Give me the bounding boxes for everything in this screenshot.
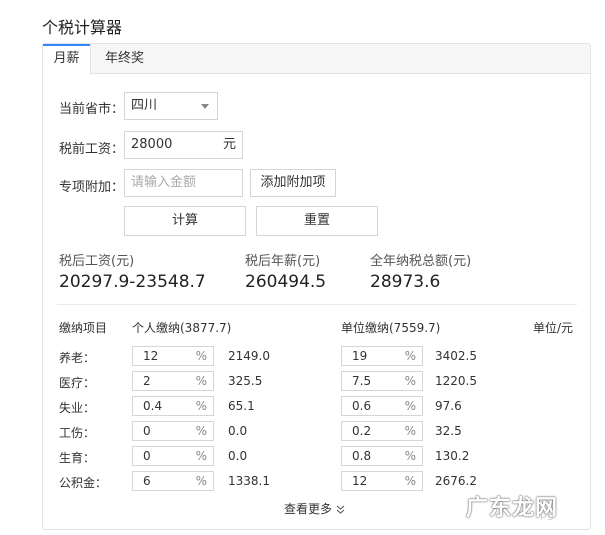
employer-rate-input[interactable]: 0.8% bbox=[341, 446, 423, 466]
rate-value: 12 bbox=[143, 349, 159, 363]
tax-calculator-card: 月薪 年终奖 当前省市： 四川 税前工资： 28000 元 专项附加： 请输入金… bbox=[42, 43, 591, 530]
rate-value: 6 bbox=[143, 474, 151, 488]
personal-amount: 2149.0 bbox=[228, 349, 270, 363]
row-label-unemployment: 失业： bbox=[59, 401, 96, 415]
salary-value: 28000 bbox=[131, 137, 173, 152]
percent-sign: % bbox=[195, 399, 207, 413]
reset-button[interactable]: 重置 bbox=[256, 206, 378, 236]
employer-rate-input[interactable]: 12% bbox=[341, 471, 423, 491]
employer-rate-input[interactable]: 0.6% bbox=[341, 396, 423, 416]
personal-rate-input[interactable]: 0% bbox=[132, 421, 214, 441]
row-label-pension: 养老： bbox=[59, 351, 96, 365]
row-label-injury: 工伤： bbox=[59, 426, 96, 440]
rate-value: 0.6 bbox=[352, 399, 372, 413]
rate-value: 0.4 bbox=[143, 399, 163, 413]
employer-rate-input[interactable]: 19% bbox=[341, 346, 423, 366]
personal-amount: 1338.1 bbox=[228, 474, 270, 488]
row-label-housing-fund: 公积金： bbox=[59, 476, 108, 490]
personal-amount: 65.1 bbox=[228, 399, 255, 413]
watermark-sub: pg bbox=[540, 508, 554, 521]
rate-value: 19 bbox=[352, 349, 368, 363]
after-tax-salary-label: 税后工资(元) bbox=[59, 254, 135, 269]
after-tax-salary-value: 20297.9-23548.7 bbox=[59, 272, 206, 292]
rate-value: 7.5 bbox=[352, 374, 372, 388]
extra-label: 专项附加： bbox=[59, 180, 125, 195]
salary-input[interactable]: 28000 元 bbox=[124, 131, 243, 159]
view-more-label: 查看更多 bbox=[284, 502, 333, 516]
employer-amount: 32.5 bbox=[435, 424, 462, 438]
percent-sign: % bbox=[195, 374, 207, 388]
employer-amount: 97.6 bbox=[435, 399, 462, 413]
personal-rate-input[interactable]: 0.4% bbox=[132, 396, 214, 416]
annual-tax-total-value: 28973.6 bbox=[370, 272, 441, 292]
tab-year-end-bonus[interactable]: 年终奖 bbox=[105, 44, 144, 74]
percent-sign: % bbox=[404, 424, 416, 438]
percent-sign: % bbox=[404, 449, 416, 463]
add-extra-button[interactable]: 添加附加项 bbox=[250, 169, 336, 197]
divider bbox=[57, 304, 577, 305]
salary-unit: 元 bbox=[222, 137, 236, 152]
percent-sign: % bbox=[404, 474, 416, 488]
double-chevron-down-icon bbox=[336, 502, 345, 516]
tab-monthly[interactable]: 月薪 bbox=[43, 44, 91, 75]
employer-amount: 130.2 bbox=[435, 449, 470, 463]
employer-amount: 2676.2 bbox=[435, 474, 477, 488]
annual-after-tax-label: 税后年薪(元) bbox=[245, 254, 321, 269]
city-select[interactable]: 四川 bbox=[124, 92, 218, 120]
percent-sign: % bbox=[195, 449, 207, 463]
extra-amount-input[interactable]: 请输入金额 bbox=[124, 169, 243, 197]
percent-sign: % bbox=[195, 474, 207, 488]
percent-sign: % bbox=[404, 399, 416, 413]
rate-value: 2 bbox=[143, 374, 151, 388]
rate-value: 0 bbox=[143, 424, 151, 438]
percent-sign: % bbox=[195, 424, 207, 438]
employer-amount: 3402.5 bbox=[435, 349, 477, 363]
city-value: 四川 bbox=[131, 98, 158, 113]
annual-tax-total-label: 全年纳税总额(元) bbox=[370, 254, 472, 269]
extra-placeholder: 请输入金额 bbox=[131, 175, 197, 190]
view-more-link[interactable]: 查看更多 bbox=[284, 500, 345, 517]
city-label: 当前省市： bbox=[59, 102, 125, 117]
percent-sign: % bbox=[195, 349, 207, 363]
tab-bar: 月薪 年终奖 bbox=[43, 44, 590, 75]
page-title: 个税计算器 bbox=[42, 18, 123, 37]
col-header-unit: 单位/元 bbox=[533, 321, 574, 335]
col-header-personal: 个人缴纳(3877.7) bbox=[132, 321, 232, 335]
salary-label: 税前工资： bbox=[59, 142, 125, 157]
personal-rate-input[interactable]: 12% bbox=[132, 346, 214, 366]
employer-rate-input[interactable]: 0.2% bbox=[341, 421, 423, 441]
personal-rate-input[interactable]: 0% bbox=[132, 446, 214, 466]
chevron-down-icon bbox=[201, 104, 209, 109]
personal-amount: 0.0 bbox=[228, 424, 248, 438]
col-header-employer: 单位缴纳(7559.7) bbox=[341, 321, 441, 335]
employer-rate-input[interactable]: 7.5% bbox=[341, 371, 423, 391]
percent-sign: % bbox=[404, 349, 416, 363]
rate-value: 0 bbox=[143, 449, 151, 463]
personal-rate-input[interactable]: 2% bbox=[132, 371, 214, 391]
calculate-button[interactable]: 计算 bbox=[124, 206, 246, 236]
personal-amount: 325.5 bbox=[228, 374, 263, 388]
percent-sign: % bbox=[404, 374, 416, 388]
personal-rate-input[interactable]: 6% bbox=[132, 471, 214, 491]
employer-amount: 1220.5 bbox=[435, 374, 477, 388]
row-label-medical: 医疗： bbox=[59, 376, 96, 390]
col-header-item: 缴纳项目 bbox=[59, 321, 108, 335]
row-label-maternity: 生育： bbox=[59, 451, 96, 465]
personal-amount: 0.0 bbox=[228, 449, 248, 463]
annual-after-tax-value: 260494.5 bbox=[245, 272, 327, 292]
rate-value: 0.8 bbox=[352, 449, 372, 463]
rate-value: 12 bbox=[352, 474, 368, 488]
rate-value: 0.2 bbox=[352, 424, 372, 438]
